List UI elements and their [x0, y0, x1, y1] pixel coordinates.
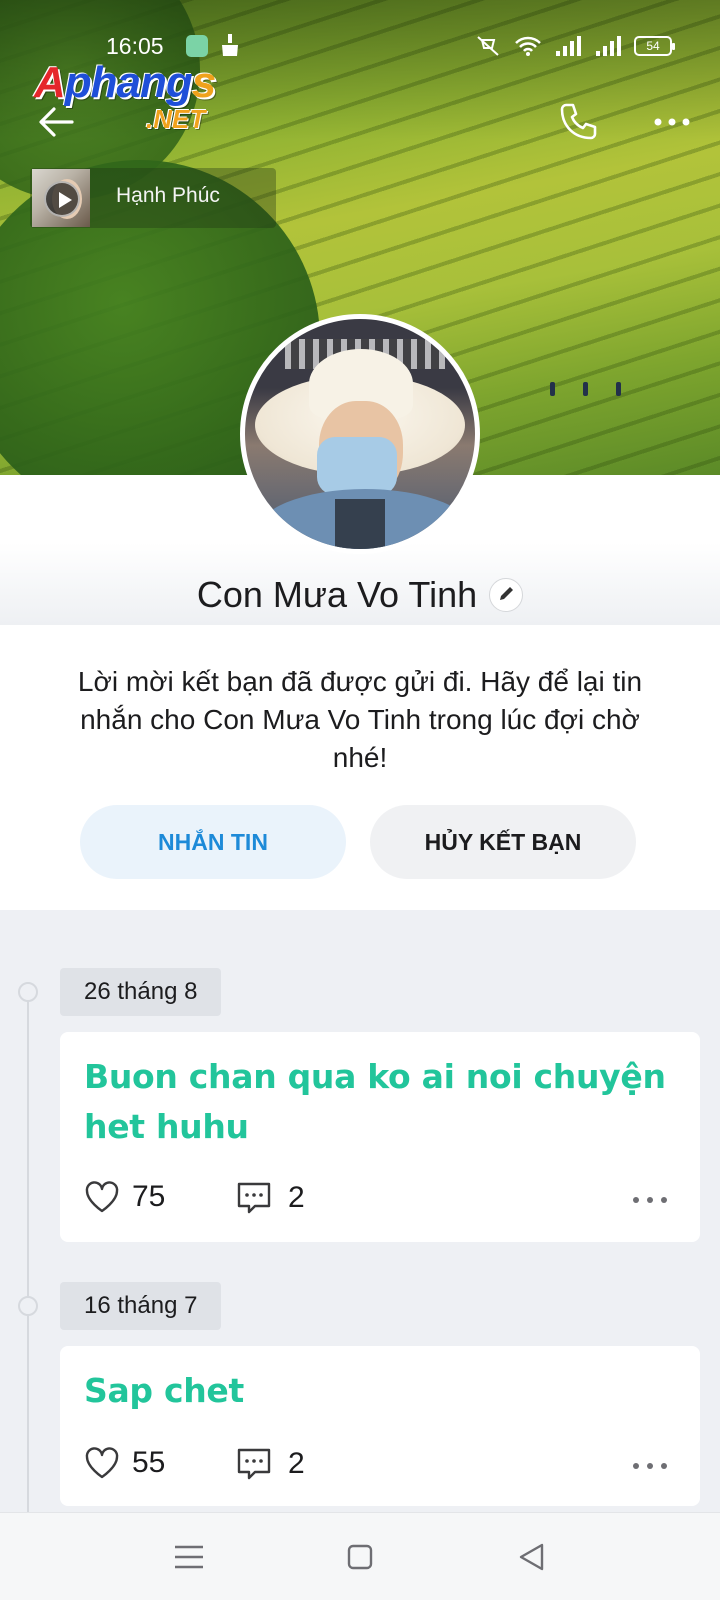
comment-button[interactable]: 2	[236, 1180, 305, 1216]
status-right-group: 54	[474, 34, 675, 58]
comment-count: 2	[288, 1447, 305, 1480]
profile-name-row: Con Mưa Vo Tinh	[0, 570, 720, 620]
post-card[interactable]: Sap chet 55 2	[60, 1346, 700, 1506]
back-arrow-icon[interactable]	[34, 100, 78, 144]
music-thumbnail	[32, 169, 90, 227]
post-actions: 55 2	[84, 1446, 676, 1486]
message-button[interactable]: NHẮN TIN	[80, 805, 346, 879]
app-notification-icon	[186, 35, 208, 57]
avatar[interactable]	[240, 314, 480, 554]
post-more-icon[interactable]	[630, 1190, 670, 1210]
play-icon[interactable]	[44, 181, 80, 217]
edit-pencil-icon[interactable]	[489, 578, 524, 612]
heart-icon[interactable]	[84, 1446, 120, 1480]
profile-name: Con Mưa Vo Tinh	[196, 574, 478, 615]
status-time: 16:05	[106, 33, 164, 59]
invite-message: Lời mời kết bạn đã được gửi đi. Hãy để l…	[77, 666, 643, 773]
wifi-icon	[515, 36, 541, 56]
battery-indicator: 54	[634, 36, 675, 56]
music-title: Hạnh Phúc	[116, 184, 220, 207]
like-count: 55	[132, 1446, 166, 1479]
post-text: Buon chan qua ko ai noi chuyện het huhu	[84, 1057, 666, 1146]
comment-button[interactable]: 2	[236, 1446, 305, 1482]
more-icon[interactable]	[652, 108, 692, 136]
cancel-friend-request-button[interactable]: HỦY KẾT BẠN	[370, 805, 636, 879]
heart-icon[interactable]	[84, 1180, 120, 1214]
home-icon[interactable]	[346, 1543, 374, 1571]
mute-icon	[477, 36, 499, 56]
comment-count: 2	[288, 1181, 305, 1214]
post-card[interactable]: Buon chan qua ko ai noi chuyện het huhu …	[60, 1032, 700, 1242]
profile-music-chip[interactable]: Hạnh Phúc	[30, 168, 276, 228]
cleaner-icon	[222, 34, 238, 56]
timeline-dot	[18, 982, 38, 1002]
timeline-dot	[18, 1296, 38, 1316]
like-count: 75	[132, 1180, 166, 1213]
like-button[interactable]: 55	[84, 1446, 165, 1480]
post-date: 26 tháng 8	[60, 968, 222, 1016]
timeline-line	[27, 992, 29, 1512]
cover-hikers	[550, 382, 649, 401]
comment-icon[interactable]	[236, 1446, 272, 1482]
back-triangle-icon[interactable]	[516, 1541, 548, 1573]
comment-icon[interactable]	[236, 1180, 272, 1216]
post-date: 16 tháng 7	[60, 1282, 222, 1330]
post-more-icon[interactable]	[630, 1456, 670, 1476]
post-text: Sap chet	[84, 1371, 244, 1410]
post-actions: 75 2	[84, 1180, 676, 1220]
menu-icon[interactable]	[172, 1543, 206, 1571]
phone-icon[interactable]	[556, 100, 600, 144]
friend-request-card: Lời mời kết bạn đã được gửi đi. Hãy để l…	[0, 625, 720, 910]
system-nav-bar	[0, 1512, 720, 1600]
signal-icon-2	[596, 36, 621, 56]
signal-icon-1	[556, 36, 581, 56]
like-button[interactable]: 75	[84, 1180, 165, 1214]
